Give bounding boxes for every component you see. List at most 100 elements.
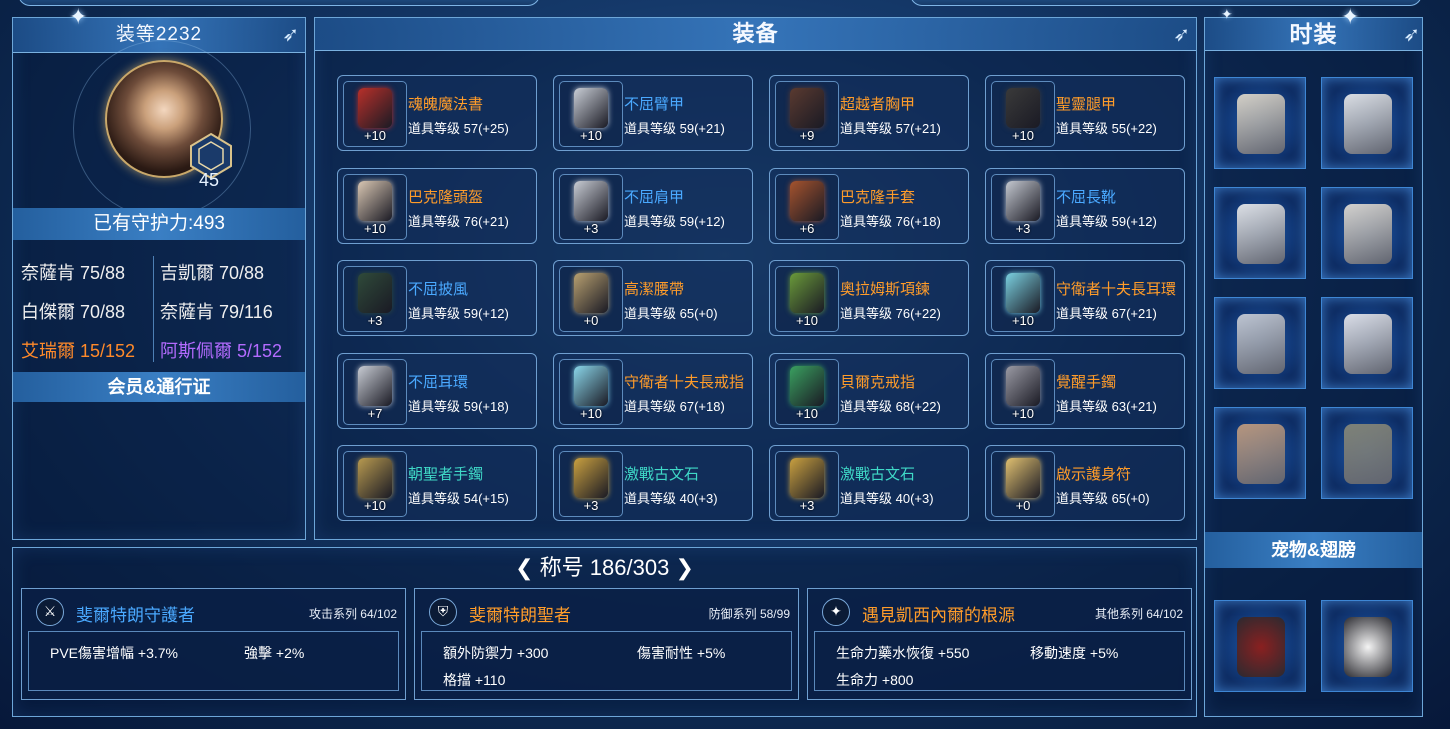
item-level: 道具等级 40(+3)	[624, 491, 718, 506]
item-name: 覺醒手鐲	[1056, 373, 1117, 391]
stat-4: 奈薩肯 79/116	[160, 302, 273, 322]
titles-panel: ❮ 称号 186/303 ❯ ⚔ 斐爾特朗守護者 攻击系列 64/102 PVE傷害增…	[12, 547, 1197, 717]
star-icon: ✦	[822, 598, 850, 626]
item-slot[interactable]: +0	[991, 451, 1055, 517]
item-slot[interactable]: +10	[343, 451, 407, 517]
title-series: 防御系列 58/99	[708, 607, 790, 621]
item-slot[interactable]: +10	[775, 266, 839, 332]
item-slot[interactable]: +3	[343, 266, 407, 332]
helmet-icon	[358, 180, 392, 221]
titles-count: 称号 186/303	[539, 555, 670, 580]
equipment-item[interactable]: +10 覺醒手鐲 道具等级 63(+21)	[985, 352, 1185, 429]
equipment-item[interactable]: +0 高潔腰帶 道具等级 65(+0)	[553, 260, 753, 336]
fashion-slot[interactable]	[1214, 407, 1306, 499]
item-level: 道具等级 67(+18)	[624, 398, 725, 414]
equipment-item[interactable]: +3 激戰古文石 道具等级 40(+3)	[553, 445, 753, 521]
item-slot[interactable]: +0	[559, 266, 623, 332]
item-level: 道具等级 59(+12)	[624, 213, 725, 229]
fashion-slot[interactable]	[1321, 297, 1413, 389]
chest-armor-icon	[790, 88, 824, 128]
title-card[interactable]: ⚔ 斐爾特朗守護者 攻击系列 64/102 PVE傷害增幅 +3.7% 強擊 +2%	[21, 588, 406, 700]
enhance-level: +3	[1015, 220, 1031, 236]
equipment-item[interactable]: +7 不屈耳環 道具等级 59(+18)	[337, 352, 537, 429]
item-slot[interactable]: +3	[775, 451, 839, 517]
item-slot[interactable]: +9	[775, 81, 839, 147]
equipment-item[interactable]: +10 聖靈腿甲 道具等级 55(+22)	[985, 75, 1185, 151]
runestone-icon	[790, 458, 824, 498]
magic-book-icon	[358, 88, 392, 128]
enhance-level: +10	[579, 128, 603, 143]
stat-6: 阿斯佩爾 5/152	[160, 341, 283, 361]
item-slot[interactable]: +3	[991, 173, 1055, 240]
fashion-slot[interactable]	[1214, 187, 1306, 279]
item-slot[interactable]: +10	[991, 266, 1055, 332]
title-card[interactable]: ⛨ 斐爾特朗聖者 防御系列 58/99 額外防禦力 +300 傷害耐性 +5% 格擋 +1…	[414, 588, 799, 700]
arrow-left-icon[interactable]: ❮	[515, 555, 533, 580]
shoulder-armor-icon	[574, 180, 608, 221]
equipment-item[interactable]: +10 不屈臂甲 道具等级 59(+21)	[553, 75, 753, 151]
item-level: 道具等级 59(+12)	[408, 306, 509, 321]
equipment-item[interactable]: +6 巴克隆手套 道具等级 76(+18)	[769, 167, 969, 244]
fashion-slot[interactable]	[1321, 407, 1413, 499]
item-slot[interactable]: +3	[559, 451, 623, 517]
equipment-item[interactable]: +10 貝爾克戒指 道具等级 68(+22)	[769, 352, 969, 429]
equipment-item[interactable]: +3 不屈肩甲 道具等级 59(+12)	[553, 167, 753, 244]
equipment-item[interactable]: +3 不屈長靴 道具等级 59(+12)	[985, 167, 1185, 244]
enhance-level: +10	[579, 405, 603, 421]
title-effect: 移動速度 +5%	[1030, 645, 1119, 661]
equipment-item[interactable]: +10 巴克隆頭盔 道具等级 76(+21)	[337, 167, 537, 244]
equipment-item[interactable]: +10 魂魄魔法書 道具等级 57(+25)	[337, 75, 537, 151]
pet-slot[interactable]	[1214, 600, 1306, 692]
item-slot[interactable]: +10	[991, 358, 1055, 425]
equipment-item[interactable]: +10 朝聖者手鐲 道具等级 54(+15)	[337, 445, 537, 521]
item-slot[interactable]: +10	[343, 173, 407, 240]
title-name: 遇見凱西內爾的根源	[862, 606, 1015, 625]
earring-icon	[1006, 273, 1040, 313]
equipment-item[interactable]: +3 激戰古文石 道具等级 40(+3)	[769, 445, 969, 521]
item-level: 道具等级 57(+21)	[840, 121, 941, 136]
item-slot[interactable]: +6	[775, 173, 839, 240]
equipment-item[interactable]: +0 啟示護身符 道具等级 65(+0)	[985, 445, 1185, 521]
equipment-item[interactable]: +10 守衛者十夫長戒指 道具等级 67(+18)	[553, 352, 753, 429]
fashion-slot[interactable]	[1214, 77, 1306, 169]
arrow-deco-icon: ➶	[1403, 24, 1420, 46]
item-slot[interactable]: +10	[343, 81, 407, 147]
titles-header: ❮ 称号 186/303 ❯	[13, 550, 1196, 582]
member-pass-button[interactable]: 会员&通行证	[13, 372, 305, 402]
item-name: 高潔腰帶	[624, 281, 685, 298]
top-left-tab	[18, 0, 540, 6]
title-card[interactable]: ✦ 遇見凱西內爾的根源 其他系列 64/102 生命力藥水恢復 +550 移動速度 +5…	[807, 588, 1192, 700]
item-slot[interactable]: +7	[343, 358, 407, 425]
fashion-slot[interactable]	[1321, 187, 1413, 279]
fashion-slot[interactable]	[1214, 297, 1306, 389]
item-slot[interactable]: +10	[775, 358, 839, 425]
fashion-panel: 时装 ✦ ✦ ➶ 宠物&翅膀	[1204, 4, 1423, 717]
enhance-level: +3	[367, 313, 383, 328]
item-name: 不屈耳環	[408, 373, 469, 391]
item-level: 道具等级 59(+21)	[624, 121, 725, 136]
equipment-item[interactable]: +9 超越者胸甲 道具等级 57(+21)	[769, 75, 969, 151]
bracelet-icon	[1006, 365, 1040, 406]
arrow-right-icon[interactable]: ❯	[675, 555, 693, 580]
amulet-icon	[1006, 458, 1040, 498]
item-level: 道具等级 54(+15)	[408, 491, 509, 506]
equipment-item[interactable]: +10 守衛者十夫長耳環 道具等级 67(+21)	[985, 260, 1185, 336]
fashion-slot[interactable]	[1321, 77, 1413, 169]
pet-slot[interactable]	[1321, 600, 1413, 692]
title-name: 斐爾特朗聖者	[469, 606, 571, 625]
equipment-item[interactable]: +3 不屈披風道具等级 59(+12)	[337, 260, 537, 336]
costume-book-icon	[1344, 424, 1392, 484]
item-name: 不屈披風	[408, 281, 469, 298]
item-slot[interactable]: +10	[559, 358, 623, 425]
item-slot[interactable]: +10	[991, 81, 1055, 147]
sparkle-icon: ✦	[1221, 6, 1233, 22]
equipment-item[interactable]: +10 奧拉姆斯項鍊 道具等级 76(+22)	[769, 260, 969, 336]
enhance-level: +3	[583, 220, 599, 236]
costume-feather-icon	[1237, 424, 1285, 484]
costume-headpiece-icon	[1344, 314, 1392, 374]
item-name: 奧拉姆斯項鍊	[840, 281, 931, 298]
stat-2: 吉凱爾 70/88	[160, 263, 265, 283]
item-level: 道具等级 76(+21)	[408, 213, 509, 229]
item-slot[interactable]: +3	[559, 173, 623, 240]
item-slot[interactable]: +10	[559, 81, 623, 147]
